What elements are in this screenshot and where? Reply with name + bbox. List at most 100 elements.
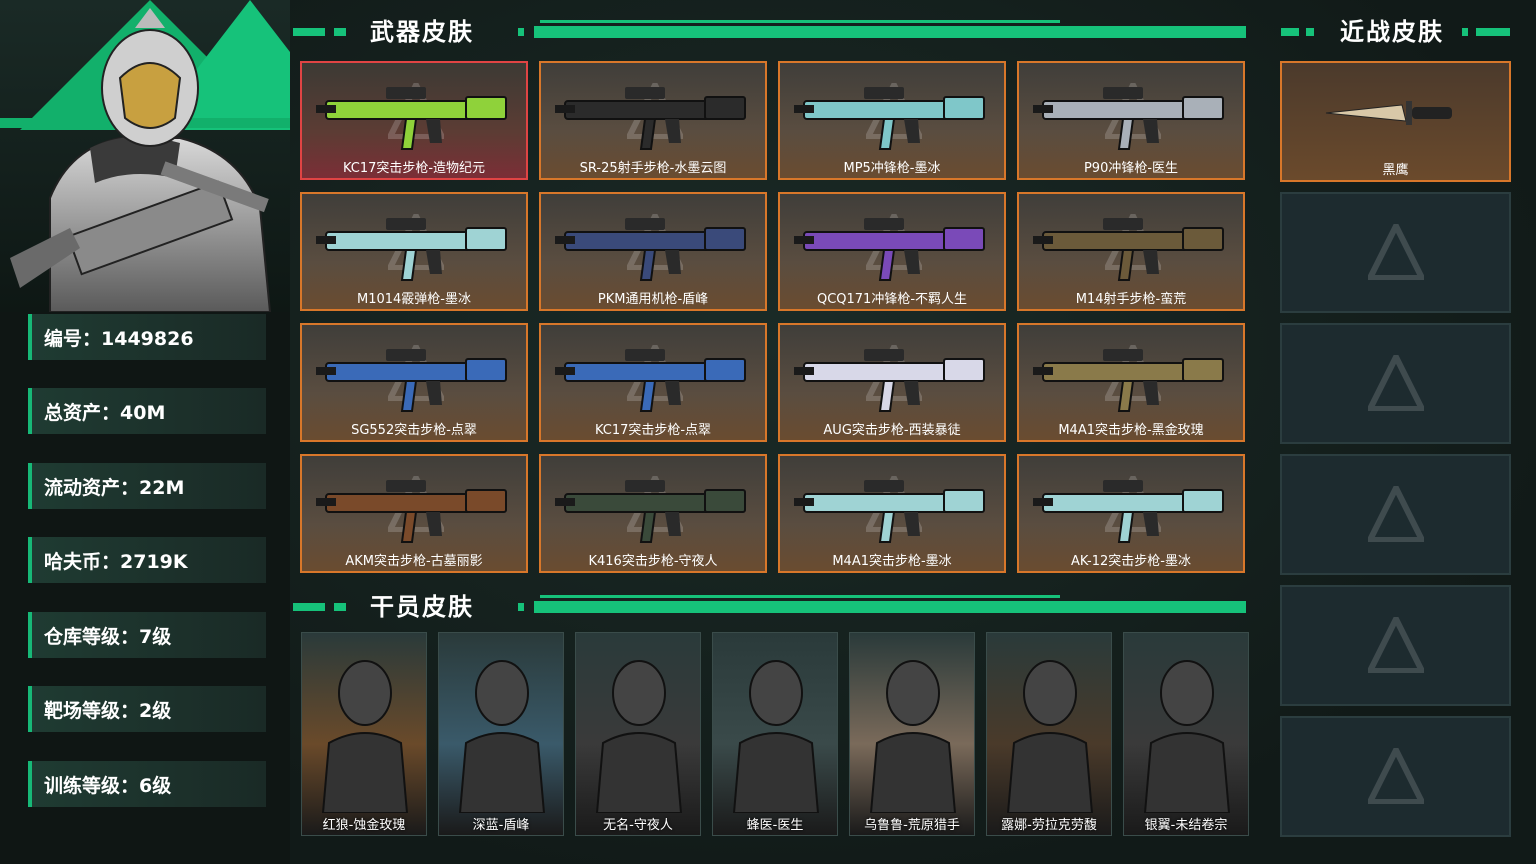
weapon-card[interactable]: AUG突击步枪-西装暴徒 — [778, 323, 1006, 442]
player-avatar — [0, 0, 290, 312]
operator-portrait-icon — [1006, 660, 1094, 813]
stat-total-assets: 总资产：40M — [28, 388, 266, 434]
brand-watermark-icon — [1368, 224, 1424, 280]
stat-total-assets-text: 总资产：40M — [44, 401, 166, 424]
weapon-name: K416突击步枪-守夜人 — [588, 554, 718, 569]
melee-card-empty[interactable] — [1280, 192, 1511, 313]
weapon-image-icon — [794, 349, 985, 412]
weapon-card[interactable]: KC17突击步枪-点翠 — [539, 323, 767, 442]
weapon-card[interactable]: KC17突击步枪-造物纪元 — [300, 61, 528, 180]
weapon-card[interactable]: M4A1突击步枪-墨冰 — [778, 454, 1006, 573]
header-stripe — [518, 28, 524, 36]
weapon-card[interactable]: QCQ171冲锋枪-不羁人生 — [778, 192, 1006, 311]
header-stripe — [334, 28, 346, 36]
stat-range-level-text: 靶场等级：2级 — [44, 699, 172, 722]
operator-card[interactable]: 露娜-劳拉克劳馥 — [986, 632, 1112, 836]
weapon-skins-header: 武器皮肤 — [370, 14, 474, 46]
player-panel: 编号：1449826 总资产：40M 流动资产：22M 哈夫币：2719K 仓库… — [0, 0, 290, 864]
weapon-image-icon — [316, 349, 507, 412]
operator-card[interactable]: 红狼-蚀金玫瑰 — [301, 632, 427, 836]
weapon-name: AUG突击步枪-西装暴徒 — [823, 423, 961, 438]
operator-card[interactable]: 银翼-未结卷宗 — [1123, 632, 1249, 836]
melee-name: 黑鹰 — [1382, 163, 1409, 178]
operator-name: 露娜-劳拉克劳馥 — [1001, 818, 1097, 833]
stat-training-level-text: 训练等级：6级 — [44, 774, 172, 797]
weapon-card[interactable]: M4A1突击步枪-黑金玫瑰 — [1017, 323, 1245, 442]
stat-liquid-assets: 流动资产：22M — [28, 463, 266, 509]
weapon-image-icon — [794, 480, 985, 543]
weapon-card[interactable]: SG552突击步枪-点翠 — [300, 323, 528, 442]
melee-skins-header: 近战皮肤 — [1340, 14, 1444, 46]
operator-name: 蜂医-医生 — [746, 818, 804, 833]
stat-training-level: 训练等级：6级 — [28, 761, 266, 807]
melee-card-empty[interactable] — [1280, 716, 1511, 837]
stat-liquid-assets-text: 流动资产：22M — [44, 476, 185, 499]
operator-card[interactable]: 无名-守夜人 — [575, 632, 701, 836]
brand-watermark-icon — [1368, 486, 1424, 542]
weapon-image-icon — [316, 218, 507, 281]
stat-warehouse-level-text: 仓库等级：7级 — [44, 625, 172, 648]
weapon-name: QCQ171冲锋枪-不羁人生 — [816, 292, 968, 307]
melee-card[interactable]: 黑鹰 — [1280, 61, 1511, 182]
weapon-card[interactable]: P90冲锋枪-医生 — [1017, 61, 1245, 180]
weapon-name: AK-12突击步枪-墨冰 — [1071, 554, 1191, 569]
weapon-image-icon — [316, 480, 507, 543]
weapon-image-icon — [794, 87, 985, 150]
operator-name: 红狼-蚀金玫瑰 — [322, 818, 406, 833]
operator-name: 深蓝-盾峰 — [472, 818, 530, 833]
weapon-image-icon — [555, 218, 746, 281]
operator-portrait-icon — [458, 660, 546, 813]
header-stripe — [334, 603, 346, 611]
weapon-name: PKM通用机枪-盾峰 — [597, 292, 709, 307]
weapon-card[interactable]: AKM突击步枪-古墓丽影 — [300, 454, 528, 573]
melee-card-empty[interactable] — [1280, 454, 1511, 575]
melee-card-empty[interactable] — [1280, 585, 1511, 706]
brand-watermark-icon — [1368, 355, 1424, 411]
operator-card[interactable]: 深蓝-盾峰 — [438, 632, 564, 836]
weapon-card[interactable]: K416突击步枪-守夜人 — [539, 454, 767, 573]
header-stripe — [293, 603, 325, 611]
weapon-name: M4A1突击步枪-黑金玫瑰 — [1058, 423, 1204, 438]
operator-card[interactable]: 蜂医-医生 — [712, 632, 838, 836]
header-stripe — [540, 595, 1060, 598]
weapon-name: SR-25射手步枪-水墨云图 — [579, 161, 727, 176]
stat-range-level: 靶场等级：2级 — [28, 686, 266, 732]
stat-id: 编号：1449826 — [28, 314, 266, 360]
weapon-image-icon — [555, 87, 746, 150]
weapon-name: M4A1突击步枪-墨冰 — [832, 554, 952, 569]
weapon-name: MP5冲锋枪-墨冰 — [843, 161, 941, 176]
weapon-card[interactable]: PKM通用机枪-盾峰 — [539, 192, 767, 311]
weapon-image-icon — [555, 349, 746, 412]
weapon-image-icon — [1033, 87, 1224, 150]
weapon-name: M1014霰弹枪-墨冰 — [357, 292, 471, 307]
weapon-image-icon — [316, 87, 507, 150]
weapon-name: AKM突击步枪-古墓丽影 — [345, 554, 483, 569]
stat-havoc-coins: 哈夫币：2719K — [28, 537, 266, 583]
header-stripe — [518, 603, 524, 611]
weapon-card[interactable]: M14射手步枪-蛮荒 — [1017, 192, 1245, 311]
operator-portrait-icon — [869, 660, 957, 813]
header-stripe — [1306, 28, 1314, 36]
weapon-card[interactable]: MP5冲锋枪-墨冰 — [778, 61, 1006, 180]
weapon-card[interactable]: AK-12突击步枪-墨冰 — [1017, 454, 1245, 573]
operator-name: 乌鲁鲁-荒原猎手 — [864, 818, 960, 833]
stat-warehouse-level: 仓库等级：7级 — [28, 612, 266, 658]
header-stripe — [1281, 28, 1299, 36]
weapon-skins-title: 武器皮肤 — [370, 17, 474, 46]
melee-skins-title: 近战皮肤 — [1340, 17, 1444, 46]
melee-card-empty[interactable] — [1280, 323, 1511, 444]
operator-card[interactable]: 乌鲁鲁-荒原猎手 — [849, 632, 975, 836]
weapon-card[interactable]: M1014霰弹枪-墨冰 — [300, 192, 528, 311]
header-stripe — [1462, 28, 1468, 36]
operator-portrait-icon — [321, 660, 409, 813]
weapon-image-icon — [555, 480, 746, 543]
knife-icon — [1325, 101, 1452, 125]
weapon-image-icon — [1033, 480, 1224, 543]
header-stripe — [293, 28, 325, 36]
weapon-card[interactable]: SR-25射手步枪-水墨云图 — [539, 61, 767, 180]
weapon-image-icon — [794, 218, 985, 281]
weapon-image-icon — [1033, 349, 1224, 412]
operator-skins-header: 干员皮肤 — [370, 589, 474, 621]
stat-id-text: 编号：1449826 — [44, 327, 194, 350]
operator-name: 银翼-未结卷宗 — [1144, 818, 1228, 833]
